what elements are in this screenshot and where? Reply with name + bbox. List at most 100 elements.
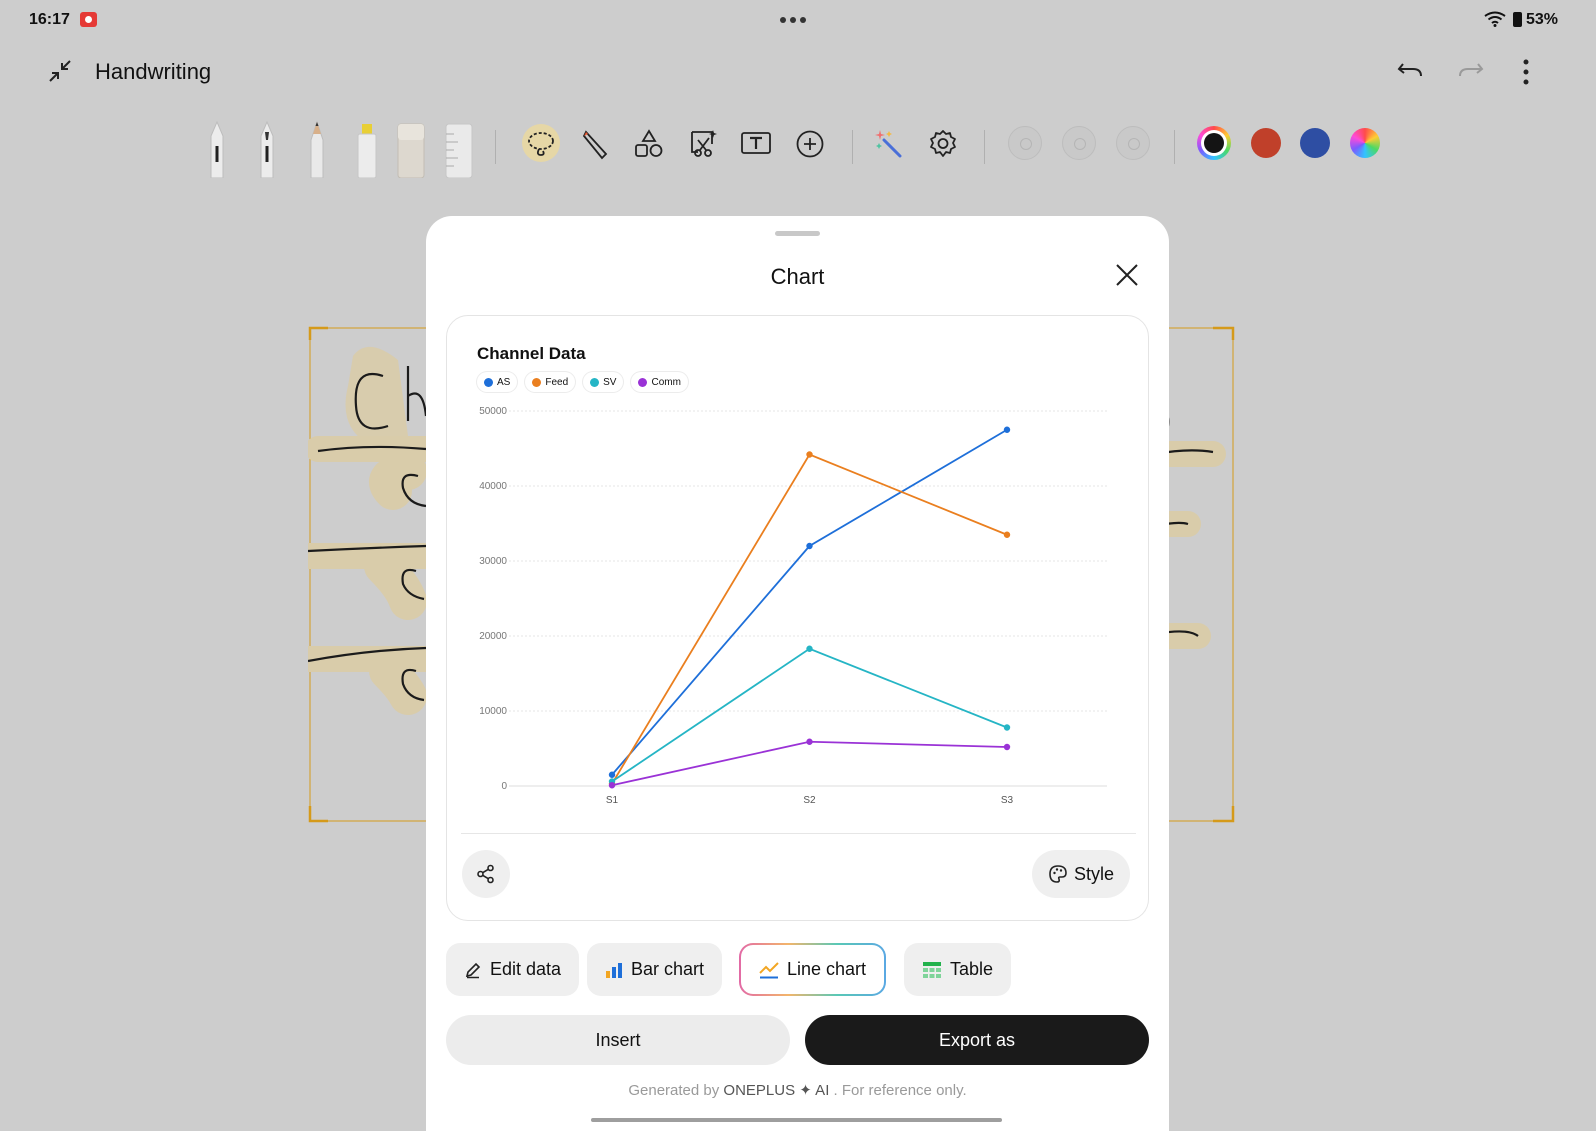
undo-icon[interactable] (1397, 60, 1423, 82)
ruler-tool[interactable] (444, 122, 474, 178)
data-point-as (608, 771, 616, 778)
battery-level: 53% (1526, 11, 1559, 28)
close-icon[interactable] (1112, 260, 1142, 290)
collapse-icon[interactable] (47, 58, 73, 84)
style-button[interactable]: Style (1032, 850, 1130, 898)
disabled-pen-size-large (1116, 126, 1150, 160)
y-tick-label: 20000 (479, 631, 507, 642)
line-chart: 0 10000 20000 30000 40000 50000 S1 S2 S3 (479, 406, 1107, 806)
disabled-pen-size-small (1008, 126, 1042, 160)
line-chart-button[interactable]: Line chart (739, 943, 886, 996)
share-button[interactable] (462, 850, 510, 898)
pencil-icon (465, 962, 481, 978)
pencil-tool[interactable] (304, 120, 330, 178)
magic-wand-icon[interactable] (874, 128, 904, 160)
x-tick-label: S2 (803, 795, 816, 806)
color-swatch-blue[interactable] (1300, 128, 1330, 158)
disclaimer-prefix: Generated by (628, 1082, 724, 1099)
ai-disclaimer: Generated by ONEPLUS ✦ AI . For referenc… (426, 1081, 1169, 1099)
legend-label: Comm (651, 376, 681, 388)
select-area-icon[interactable] (688, 128, 718, 160)
multitask-dots-icon[interactable] (780, 17, 806, 23)
fountain-pen-tool[interactable] (204, 120, 230, 178)
series-line-feed (611, 453, 1008, 785)
series-line-comm (611, 740, 1008, 787)
highlighter-tool[interactable] (354, 120, 380, 178)
edit-data-button[interactable]: Edit data (446, 943, 580, 996)
bar-chart-icon (606, 962, 622, 978)
shapes-icon[interactable] (634, 129, 664, 159)
data-point-feed (806, 451, 813, 458)
page-title: Handwriting (95, 59, 212, 84)
share-icon (477, 864, 494, 884)
legend-item-as[interactable]: AS (477, 372, 518, 392)
export-button[interactable]: Export as (805, 1015, 1149, 1065)
data-point-comm (1003, 743, 1011, 751)
legend-dot (638, 377, 648, 387)
legend-dot (484, 377, 493, 387)
drawing-toolbar (200, 116, 1390, 180)
y-tick-label: 10000 (479, 706, 507, 717)
x-tick-label: S3 (1001, 795, 1014, 806)
insert-button[interactable]: Insert (446, 1015, 790, 1065)
settings-icon[interactable] (928, 129, 958, 159)
series-line-as (611, 428, 1008, 776)
disclaimer-suffix: . For reference only. (829, 1082, 967, 1099)
ballpoint-pen-tool[interactable] (254, 120, 280, 178)
y-tick-label: 30000 (479, 556, 507, 567)
disabled-pen-size-medium (1062, 126, 1096, 160)
legend-label: Feed (545, 376, 569, 388)
series-line-sv (611, 647, 1008, 783)
bar-chart-button[interactable]: Bar chart (587, 943, 723, 996)
color-swatch-red[interactable] (1251, 128, 1281, 158)
brand-logo: ONEPLUS ✦ AI (723, 1082, 830, 1099)
chart-sheet: Chart 0 10000 20000 30000 40000 50000 S1 S2 S3 C… (426, 216, 1169, 1131)
home-indicator[interactable] (591, 1118, 1002, 1122)
line-chart-label: Line chart (787, 959, 867, 979)
screen-record-icon (80, 12, 97, 27)
data-point-sv (806, 645, 813, 652)
sheet-title: Chart (770, 264, 825, 289)
eraser-tool[interactable] (396, 122, 426, 178)
status-bar: 16:17 53% (0, 0, 1596, 40)
data-point-sv (1003, 724, 1011, 731)
chart-title: Channel Data (477, 344, 586, 363)
data-point-feed (1003, 531, 1011, 538)
battery-icon (1513, 12, 1522, 27)
table-button[interactable]: Table (904, 943, 1012, 996)
add-icon[interactable] (795, 129, 825, 159)
style-label: Style (1073, 863, 1115, 884)
color-picker-icon[interactable] (1350, 128, 1380, 158)
legend-item-sv[interactable]: SV (583, 372, 624, 392)
data-point-comm (608, 782, 616, 789)
y-tick-label: 50000 (479, 406, 507, 417)
chart-legend: AS Feed SV Comm (477, 372, 688, 392)
sheet-drag-handle[interactable] (775, 231, 820, 236)
status-time: 16:17 (29, 11, 70, 28)
legend-dot (590, 377, 600, 387)
x-tick-label: S1 (606, 795, 619, 806)
legend-item-comm[interactable]: Comm (631, 372, 688, 392)
table-icon (923, 961, 941, 978)
bar-chart-label: Bar chart (631, 959, 705, 979)
legend-label: AS (497, 376, 511, 388)
redo-icon[interactable] (1458, 60, 1484, 82)
wifi-icon (1484, 11, 1506, 27)
data-point-comm (806, 738, 813, 745)
lasso-icon[interactable] (526, 130, 556, 158)
legend-item-feed[interactable]: Feed (525, 372, 576, 392)
pen-tip-icon[interactable] (582, 128, 610, 160)
data-point-as (806, 542, 813, 550)
color-swatch-black[interactable] (1204, 133, 1224, 153)
line-chart-icon (759, 961, 779, 978)
table-label: Table (950, 959, 994, 979)
more-options-icon[interactable] (1521, 58, 1531, 86)
text-box-icon[interactable] (740, 130, 772, 156)
edit-data-label: Edit data (490, 959, 562, 979)
y-tick-label: 0 (501, 781, 507, 792)
legend-dot (532, 377, 542, 387)
palette-icon (1049, 865, 1067, 883)
y-tick-label: 40000 (479, 481, 507, 492)
chart-card: 0 10000 20000 30000 40000 50000 S1 S2 S3 Channel… (446, 315, 1149, 921)
legend-label: SV (603, 376, 617, 388)
